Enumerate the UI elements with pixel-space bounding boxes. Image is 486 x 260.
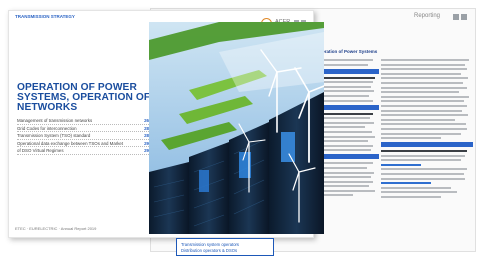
section-bar xyxy=(381,142,473,148)
toc-item-label: Management of transmission networks xyxy=(17,118,93,123)
toc-item[interactable]: Management of transmission networks 26 xyxy=(17,117,149,125)
datacenter-windfarm-illustration xyxy=(149,22,324,234)
toc-item-label: Operational data exchange between TSOs a… xyxy=(17,140,124,146)
front-page: TRANSMISSION STRATEGY OPERATION OF POWER… xyxy=(8,10,324,238)
cover-image xyxy=(149,22,324,234)
table-of-contents: Management of transmission networks 26 G… xyxy=(17,117,149,155)
note-box: Transmission system operators Distributi… xyxy=(176,238,274,256)
toc-item[interactable]: Operational data exchange between TSOs a… xyxy=(17,140,149,147)
toc-item-label: of DSO Virtual Regimes xyxy=(17,148,64,153)
toc-item[interactable]: Transmission System (TSO) standard 28 xyxy=(17,132,149,140)
page-marker-icon xyxy=(453,14,459,20)
toc-item-label: Transmission System (TSO) standard xyxy=(17,133,91,138)
note-line-2: Distribution operators & DSOs xyxy=(181,248,238,253)
toc-item[interactable]: of DSO Virtual Regimes 29 xyxy=(17,147,149,155)
back-page-label: Reporting xyxy=(414,13,441,19)
note-line-1: Transmission system operators xyxy=(181,242,240,247)
toc-item-label: Grid Codes for interconnection xyxy=(17,125,77,131)
toc-item[interactable]: Grid Codes for interconnection 28 xyxy=(17,125,149,132)
chapter-title: OPERATION OF POWER SYSTEMS, OPERATION OF… xyxy=(17,82,151,113)
page-footer: ETEC · EURELECTRIC · Annual Report 2019 xyxy=(15,226,97,231)
page-marker-icon xyxy=(461,14,467,20)
page-kicker: TRANSMISSION STRATEGY xyxy=(15,14,75,19)
back-column-right xyxy=(381,59,473,201)
back-section-title: Operation of Power Systems xyxy=(316,49,378,54)
